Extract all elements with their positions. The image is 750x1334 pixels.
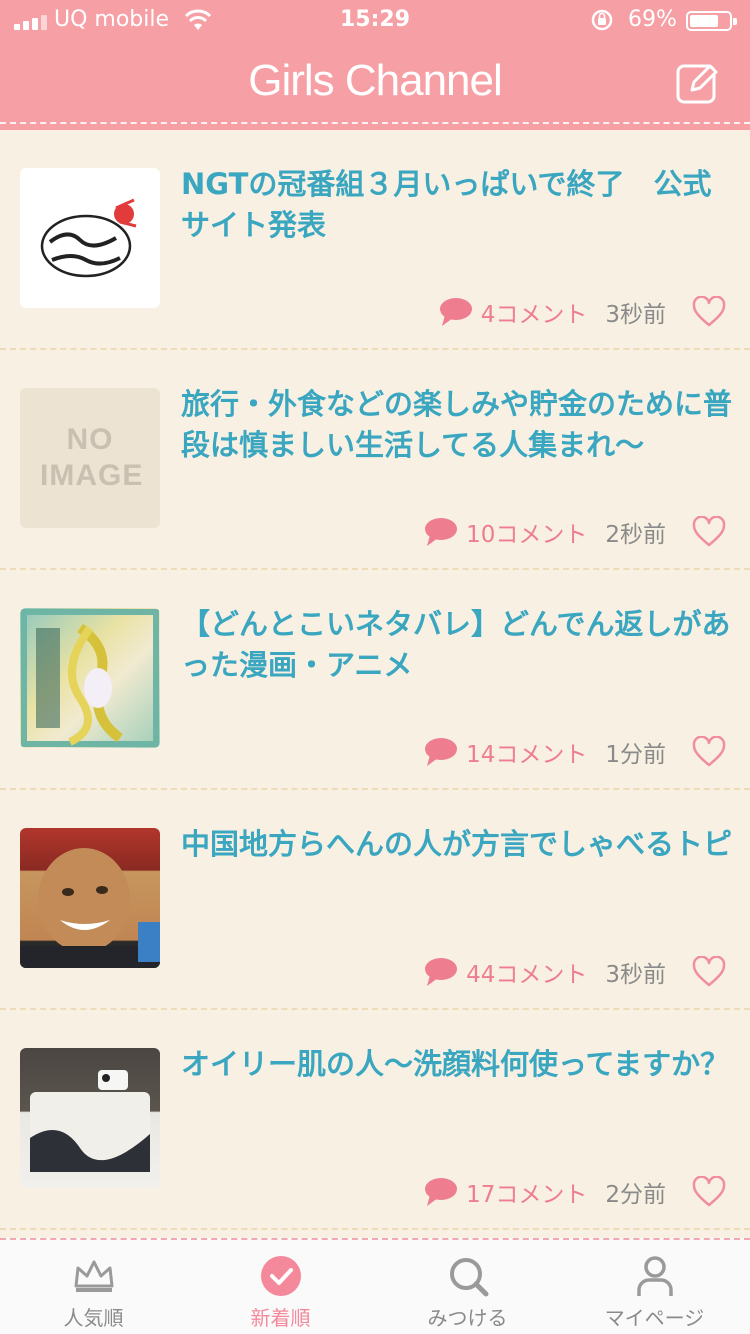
tab-label: 人気順 [63,1306,124,1330]
heart-icon[interactable] [692,1176,726,1208]
rotation-lock-icon [591,9,613,31]
topic-title[interactable]: オイリー肌の人〜洗顔料何使ってますか？ [181,1044,733,1085]
comment-count: 17コメント [466,1182,588,1208]
tab-popular[interactable]: 人気順 [0,1240,187,1334]
tab-bar: 人気順 新着順 みつける マイページ [0,1238,750,1334]
topic-list: NGTの冠番組３月いっぱいで終了 公式サイト発表 4コメント 3秒前 NO IM… [0,130,750,1230]
topic-title[interactable]: 旅行・外食などの楽しみや貯金のために普段は慎ましい生活してる人集まれ〜 [181,384,733,466]
topic-item[interactable]: NGTの冠番組３月いっぱいで終了 公式サイト発表 4コメント 3秒前 [0,130,750,350]
crown-icon [74,1260,114,1292]
topic-thumbnail [20,608,160,748]
no-image-label: NO IMAGE [40,423,144,492]
heart-icon[interactable] [692,516,726,548]
topic-title[interactable]: 中国地方らへんの人が方言でしゃべるトピ [181,824,733,865]
battery-percent: 69% [628,7,677,32]
topic-thumbnail: NO IMAGE [20,388,160,528]
comment-icon [425,958,458,986]
compose-icon[interactable] [676,62,720,104]
tab-label: みつける [427,1306,508,1330]
comment-count: 44コメント [466,962,588,988]
posted-time: 3秒前 [605,302,666,328]
topic-title[interactable]: NGTの冠番組３月いっぱいで終了 公式サイト発表 [181,164,733,246]
tab-search[interactable]: みつける [374,1240,561,1334]
posted-time: 2秒前 [605,522,666,548]
comment-icon [439,298,472,326]
topic-thumbnail [20,828,160,968]
topic-meta: 44コメント 3秒前 [424,952,726,992]
tab-label: マイページ [604,1306,705,1330]
comment-icon [425,738,458,766]
soap-photo [30,1070,150,1172]
posted-time: 3秒前 [605,962,666,988]
person-photo [20,848,160,968]
topic-title[interactable]: 【どんとこいネタバレ】どんでん返しがあった漫画・アニメ [181,604,733,686]
manga-cover-image [21,609,159,747]
battery-icon [686,11,737,31]
comment-count: 10コメント [466,522,588,548]
header-divider [0,122,750,124]
person-icon [637,1256,673,1296]
topic-item[interactable]: 中国地方らへんの人が方言でしゃべるトピ 44コメント 3秒前 [0,790,750,1010]
topic-meta: 10コメント 2秒前 [424,512,726,552]
topic-meta: 14コメント 1分前 [424,732,726,772]
heart-icon[interactable] [692,956,726,988]
topic-meta: 4コメント 3秒前 [439,292,726,332]
topic-item[interactable]: NO IMAGE 旅行・外食などの楽しみや貯金のために普段は慎ましい生活してる人… [0,350,750,570]
heart-icon[interactable] [692,296,726,328]
heart-icon[interactable] [692,736,726,768]
comment-count: 14コメント [466,742,588,768]
status-bar: UQ mobile 15:29 69% [0,0,750,42]
comment-icon [425,518,458,546]
tab-label: 新着順 [250,1306,311,1330]
comment-icon [425,1178,458,1206]
topic-thumbnail [20,168,160,308]
search-icon [450,1258,489,1297]
app-title: Girls Channel [248,56,503,105]
check-circle-icon [261,1256,301,1296]
topic-item[interactable]: オイリー肌の人〜洗顔料何使ってますか？ 17コメント 2分前 [0,1010,750,1230]
topic-item[interactable]: 【どんとこいネタバレ】どんでん返しがあった漫画・アニメ 14コメント 1分前 [0,570,750,790]
posted-time: 1分前 [605,742,666,768]
posted-time: 2分前 [605,1182,666,1208]
topic-meta: 17コメント 2分前 [424,1172,726,1212]
app-header: UQ mobile 15:29 69% Girls Channel [0,0,750,130]
tab-new[interactable]: 新着順 [187,1240,374,1334]
topic-thumbnail [20,1048,160,1188]
tab-mypage[interactable]: マイページ [561,1240,748,1334]
comment-count: 4コメント [480,302,588,328]
ngt-logo-icon [40,198,137,278]
